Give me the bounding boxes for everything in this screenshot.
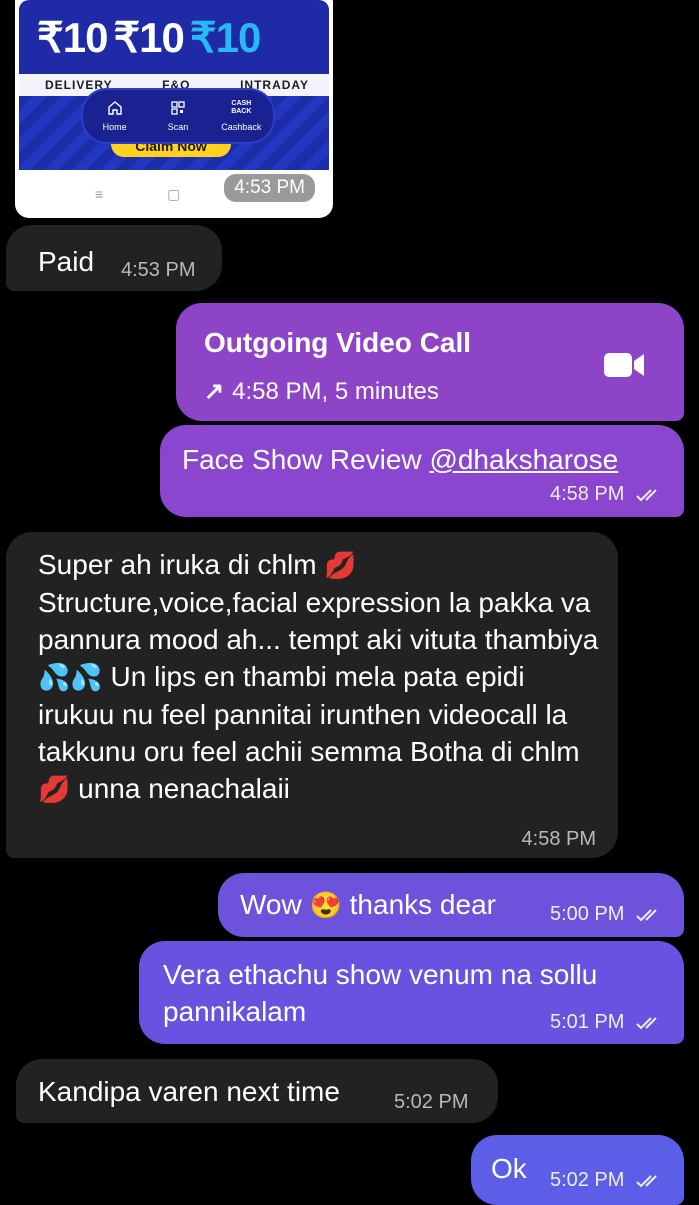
call-duration: 4:58 PM, 5 minutes (232, 378, 439, 405)
double-check-icon (636, 489, 657, 502)
message-meta: 5:00 PM (550, 903, 666, 926)
call-title: Outgoing Video Call (204, 327, 472, 358)
amount-text: ₹10 (37, 14, 108, 61)
message-text-part: Wow (240, 889, 310, 920)
home-button-icon: ▢ (167, 185, 181, 202)
message-time: 4:58 PM (549, 483, 625, 505)
nav-label: Cashback (221, 122, 262, 132)
nav-item-home: Home (87, 100, 143, 132)
outgoing-video-call-message[interactable]: Outgoing Video Call ↗ 4:58 PM, 5 minutes (176, 303, 684, 421)
kiss-mark-emoji: 💋 (324, 550, 357, 580)
outgoing-message[interactable]: Vera ethachu show venum na sollu pannika… (139, 941, 684, 1044)
message-text-part: Un lips en thambi mela pata epidi irukuu… (38, 661, 580, 767)
outgoing-message[interactable]: Wow 😍 thanks dear 5:00 PM (218, 873, 684, 937)
incoming-message[interactable]: Kandipa varen next time 5:02 PM (16, 1059, 498, 1123)
message-meta: 5:01 PM (550, 1011, 666, 1034)
forwarded-image-message[interactable]: ₹10 ₹10 ₹10 DELIVERY F&O INTRADAY Claim … (15, 0, 333, 218)
message-time: 5:02 PM (549, 1169, 625, 1191)
nav-item-scan: Scan (150, 100, 206, 132)
cashback-icon: CASH BACK (231, 100, 252, 115)
outgoing-arrow-icon: ↗ (204, 378, 225, 405)
home-icon (107, 101, 122, 115)
message-text-part: unna nenachalaii (70, 773, 290, 804)
nav-label: Scan (167, 122, 189, 132)
nav-item-cashback: CASH BACK Cashback (213, 100, 269, 132)
message-text: Paid (38, 246, 95, 277)
message-text-part: thanks dear (341, 889, 496, 920)
message-text: Wow 😍 thanks dear (240, 886, 496, 924)
message-time: 4:53 PM (121, 259, 196, 281)
message-text: Ok (491, 1153, 527, 1184)
message-text-part: Super ah iruka di chlm (38, 549, 325, 580)
nav-label: Home (102, 122, 127, 132)
double-check-icon (636, 909, 657, 922)
double-check-icon (636, 1175, 657, 1188)
mention-link[interactable]: @dhaksharose (429, 444, 618, 475)
outgoing-message[interactable]: Ok 5:02 PM (471, 1135, 684, 1205)
promo-screenshot: ₹10 ₹10 ₹10 DELIVERY F&O INTRADAY Claim … (19, 0, 329, 214)
message-meta: 5:02 PM (550, 1169, 666, 1192)
kiss-mark-emoji: 💋 (38, 774, 71, 804)
message-text: Face Show Review @dhaksharose (182, 441, 618, 478)
message-time: 5:02 PM (394, 1091, 469, 1113)
message-text-body: Face Show Review (182, 444, 430, 475)
message-time: 5:00 PM (549, 903, 625, 925)
message-time: 5:01 PM (549, 1011, 625, 1033)
incoming-message[interactable]: Paid 4:53 PM (6, 225, 222, 291)
message-text: Kandipa varen next time (38, 1076, 340, 1107)
qr-scan-icon (171, 101, 185, 115)
floating-nav-bar: Home Scan CASH BACK Cashback (81, 88, 275, 144)
message-text: Super ah iruka di chlm 💋 Structure,voice… (38, 546, 604, 808)
message-time: 4:58 PM (521, 828, 596, 850)
menu-icon: ≡ (95, 186, 104, 202)
double-check-icon (636, 1017, 657, 1030)
amount-text: ₹10 (113, 14, 184, 61)
heart-eyes-emoji: 😍 (309, 890, 342, 920)
promo-banner: ₹10 ₹10 ₹10 (19, 0, 329, 74)
incoming-message[interactable]: Super ah iruka di chlm 💋 Structure,voice… (6, 532, 618, 858)
video-camera-icon[interactable] (604, 351, 646, 379)
call-details: ↗ 4:58 PM, 5 minutes (204, 377, 439, 406)
message-meta: 4:58 PM (550, 483, 666, 506)
outgoing-message[interactable]: Face Show Review @dhaksharose 4:58 PM (160, 425, 684, 517)
message-text-part: Structure,voice,facial expression la pak… (38, 587, 599, 655)
amount-text: ₹10 (189, 14, 261, 61)
sweat-droplets-emoji: 💦💦 (38, 662, 103, 692)
message-time: 4:53 PM (224, 174, 315, 202)
